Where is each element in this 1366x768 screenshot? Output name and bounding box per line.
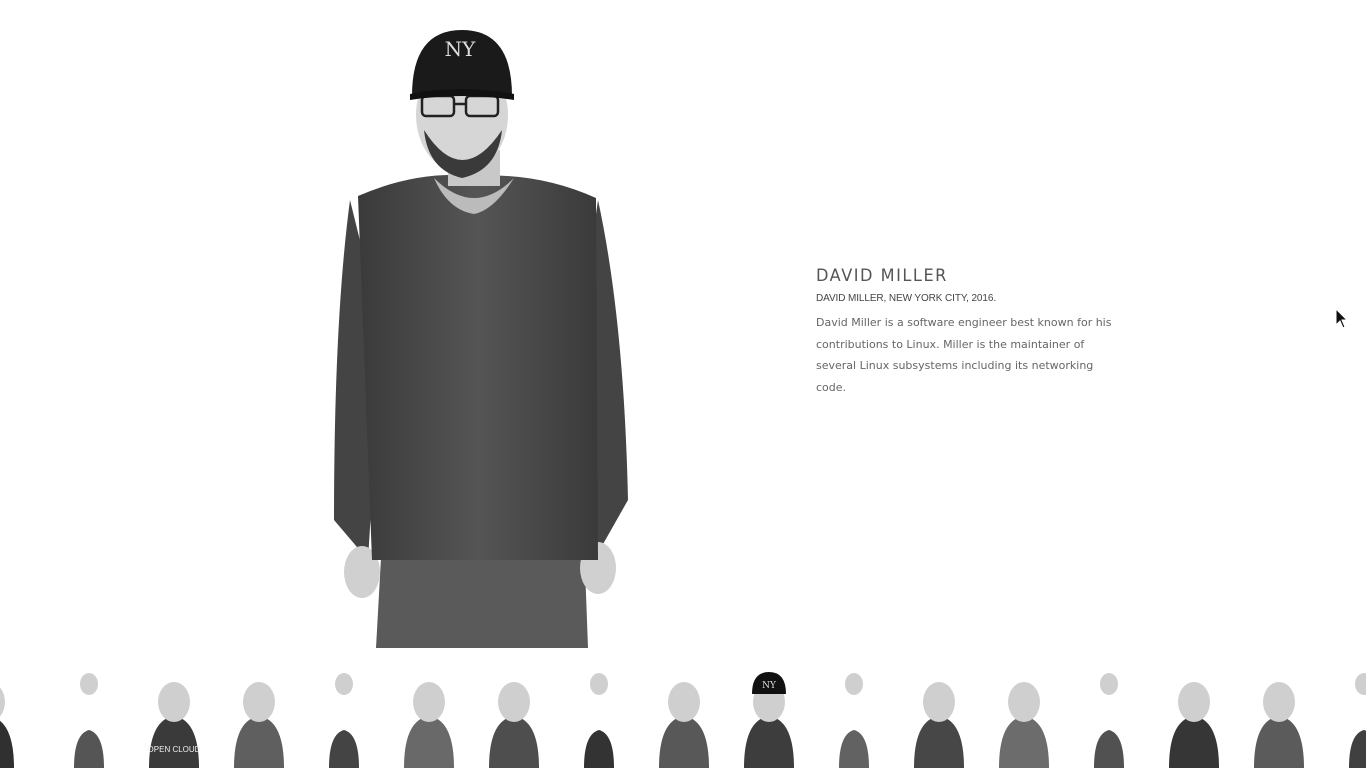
thumbnail-13[interactable] [985,664,1063,768]
thumbnail-photo [489,682,539,768]
thumbnail-5[interactable] [305,664,383,768]
thumbnail-shirt-text: OPEN CLOUD [148,745,201,754]
portrait-photo: NY [334,30,628,648]
thumbnail-photo [74,673,104,768]
thumbnail-8[interactable] [560,664,638,768]
thumbnail-3[interactable]: OPEN CLOUD [135,664,213,768]
cap-logo: NY [445,37,477,61]
thumbnail-12[interactable] [900,664,978,768]
thumbnail-17[interactable] [1325,664,1366,768]
thumbnail-4[interactable] [220,664,298,768]
thumbnail-6[interactable] [390,664,468,768]
person-name: DAVID MILLER [816,266,948,286]
thumbnail-photo [0,687,14,768]
thumbnail-photo [329,673,359,768]
thumbnail-photo: NY [744,672,794,768]
bio-panel: DAVID MILLER DAVID MILLER, NEW YORK CITY… [816,266,1126,398]
thumbnail-strip[interactable]: OPEN CLOUD NY [0,664,1366,768]
thumbnail-15[interactable] [1155,664,1233,768]
featured-portrait: NY [298,0,654,648]
thumbnail-photo [659,682,709,768]
mouse-cursor-icon [1335,308,1349,329]
thumbnail-1[interactable] [0,664,28,768]
thumbnail-photo [584,673,614,768]
thumbnail-photo [914,682,964,768]
thumbnail-photo [1254,682,1304,768]
thumbnail-7[interactable] [475,664,553,768]
thumbnail-14[interactable] [1070,664,1148,768]
thumbnail-16[interactable] [1240,664,1318,768]
thumbnail-9[interactable] [645,664,723,768]
thumbnail-cap-logo: NY [762,681,777,691]
thumbnail-11[interactable] [815,664,893,768]
thumbnail-photo [1349,673,1366,768]
thumbnail-photo [1094,673,1124,768]
thumbnail-2[interactable] [50,664,128,768]
thumbnail-photo [999,682,1049,768]
person-description: David Miller is a software engineer best… [816,316,1112,394]
thumbnail-photo: OPEN CLOUD [148,682,201,768]
thumbnail-photo [234,682,284,768]
thumbnail-photo [1169,682,1219,768]
thumbnail-photo [839,673,869,768]
thumbnail-photo [404,682,454,768]
thumbnail-10[interactable]: NY [730,664,808,768]
photo-caption: DAVID MILLER, NEW YORK CITY, 2016. [816,293,996,304]
